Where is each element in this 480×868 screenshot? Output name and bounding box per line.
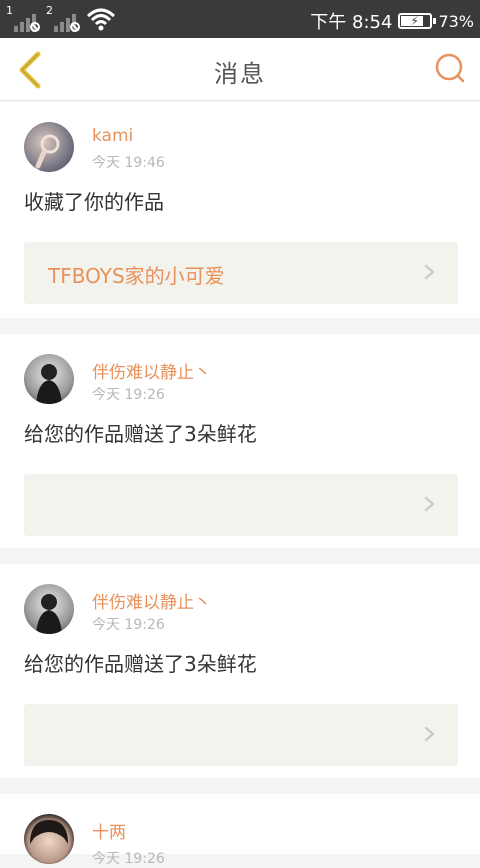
message-time: 今天 19:26: [92, 617, 165, 633]
work-link[interactable]: TFBOYS家的小可爱: [24, 242, 458, 304]
wifi-icon: [86, 8, 116, 31]
chevron-right-icon: [424, 726, 435, 742]
sim1-label: 1: [6, 4, 13, 17]
status-bar: 1 2 下午 8:54 ⚡ 73%: [0, 0, 480, 38]
clock: 下午 8:54: [310, 12, 393, 33]
user-name[interactable]: kami: [92, 126, 133, 146]
signal-sim1-icon: 1: [6, 4, 40, 32]
message-card[interactable]: 伴伤难以静止丶 今天 19:26 给您的作品赠送了3朵鲜花: [0, 564, 480, 778]
message-card[interactable]: 伴伤难以静止丶 今天 19:26 给您的作品赠送了3朵鲜花: [0, 334, 480, 548]
message-text: 给您的作品赠送了3朵鲜花: [24, 652, 257, 676]
avatar[interactable]: [24, 122, 74, 172]
battery-icon: ⚡: [398, 13, 437, 29]
battery-percent: 73%: [438, 11, 474, 31]
signal-sim2-icon: 2: [46, 4, 80, 32]
message-time: 今天 19:26: [92, 387, 165, 403]
search-icon[interactable]: [434, 52, 466, 84]
user-name[interactable]: 伴伤难以静止丶: [92, 588, 211, 613]
sim2-label: 2: [46, 4, 53, 17]
message-card[interactable]: kami 今天 19:46 收藏了你的作品 TFBOYS家的小可爱: [0, 102, 480, 318]
status-left: 1 2: [6, 4, 116, 32]
avatar[interactable]: [24, 814, 74, 864]
user-name[interactable]: 伴伤难以静止丶: [92, 358, 211, 383]
message-card[interactable]: 十两 今天 19:26: [0, 794, 480, 867]
app-header: 消息: [0, 38, 480, 101]
chevron-right-icon: [424, 496, 435, 512]
user-name[interactable]: 十两: [92, 818, 126, 843]
page-title: 消息: [214, 60, 266, 88]
avatar[interactable]: [24, 354, 74, 404]
message-text: 给您的作品赠送了3朵鲜花: [24, 422, 257, 446]
message-time: 今天 19:26: [92, 851, 165, 867]
work-title: TFBOYS家的小可爱: [48, 264, 225, 288]
message-time: 今天 19:46: [92, 155, 165, 171]
message-text: 收藏了你的作品: [24, 190, 164, 214]
work-link[interactable]: [24, 474, 458, 536]
chevron-right-icon: [424, 264, 435, 280]
work-link[interactable]: [24, 704, 458, 766]
status-right: 下午 8:54 ⚡ 73%: [310, 8, 474, 34]
avatar[interactable]: [24, 584, 74, 634]
